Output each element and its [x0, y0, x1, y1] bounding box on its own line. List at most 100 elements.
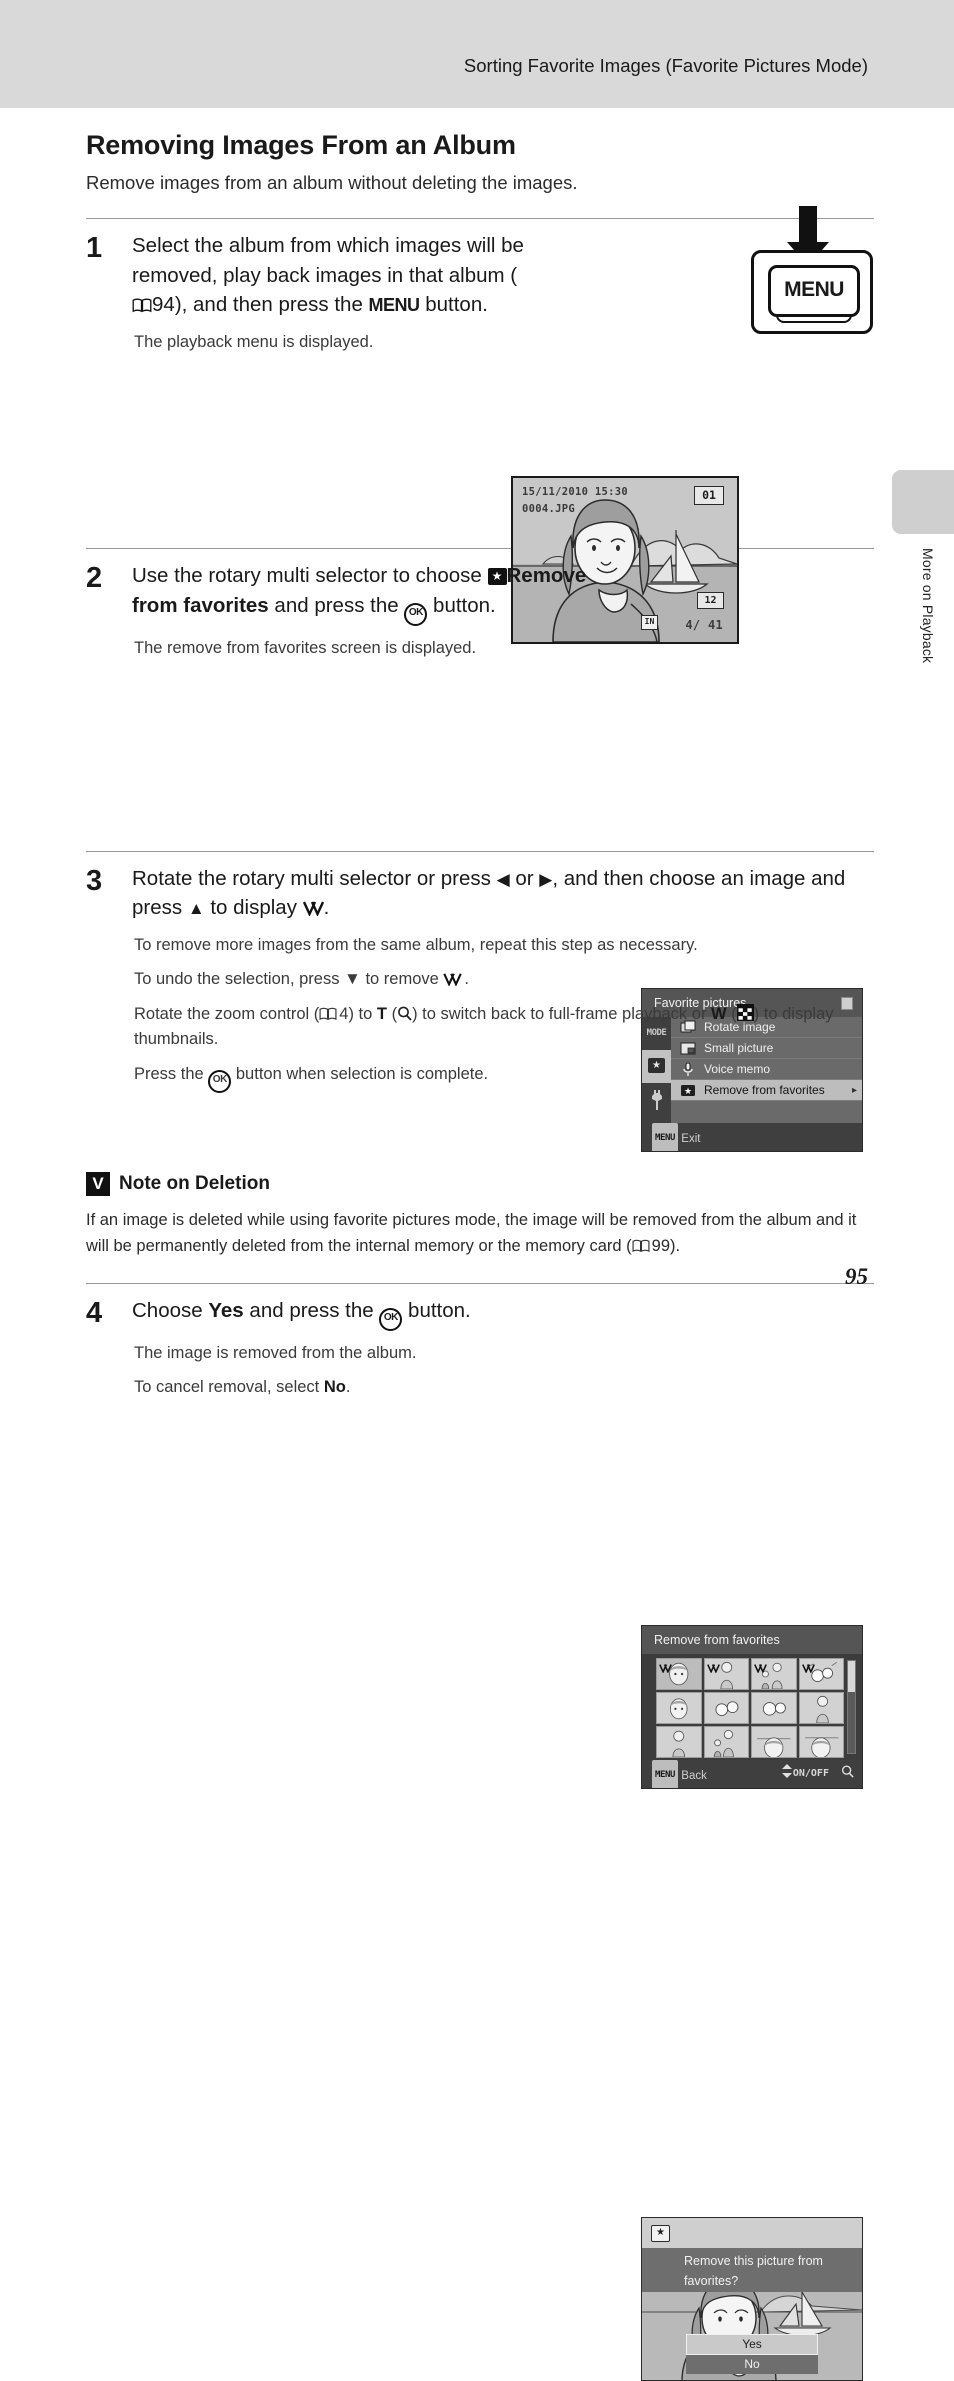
- thumbnail-item[interactable]: [703, 1691, 749, 1724]
- up-down-arrows-icon: [781, 1763, 792, 1778]
- side-tab-label: More on Playback: [920, 548, 936, 664]
- step-1-page-ref: 94: [152, 293, 175, 317]
- thumbnail-item[interactable]: [751, 1725, 797, 1758]
- magnifier-icon-2: [841, 1765, 854, 1778]
- page-title: Removing Images From an Album: [86, 130, 516, 160]
- check-mark-icon: [754, 1660, 767, 1678]
- lcd-datetime: 15/11/2010 15:30: [522, 486, 628, 499]
- step-3-note-3: Rotate the zoom control (4) to T () to s…: [134, 1002, 874, 1052]
- thumbnail-item[interactable]: [798, 1691, 844, 1724]
- thumbnail-art: [713, 1729, 734, 1757]
- step-4-text-b: and press the: [243, 1298, 380, 1322]
- step-4-yes-label: Yes: [208, 1298, 244, 1322]
- step-3-note-2-a: To undo the selection, press: [134, 970, 345, 989]
- note-heading: Note on Deletion: [86, 1172, 874, 1196]
- step-2-instruction: Use the rotary multi selector to choose …: [132, 561, 632, 626]
- thumbnail-art: [804, 1737, 838, 1757]
- thumbnail-item[interactable]: [656, 1657, 702, 1690]
- step-2-text-c: button.: [427, 593, 496, 617]
- step-3-text-d: to display: [204, 896, 303, 920]
- step-4-no-label: No: [323, 1378, 346, 1397]
- thumbnail-item[interactable]: [703, 1725, 749, 1758]
- dialog-yes-button[interactable]: Yes: [686, 2334, 818, 2356]
- thumbnail-item[interactable]: [703, 1657, 749, 1690]
- thumbnail-grid: [656, 1657, 844, 1758]
- step-3-note-2-c: .: [464, 970, 470, 989]
- ok-button-icon-3: OK: [379, 1307, 403, 1331]
- favorite-check-icon: [302, 895, 324, 917]
- step-4-text-a: Choose: [132, 1298, 209, 1322]
- magnifier-icon: [397, 1004, 412, 1021]
- footer-menu-key-2[interactable]: MENU: [652, 1759, 679, 1788]
- dialog-message: Remove this picture from favorites?: [642, 2248, 862, 2293]
- step-3-instruction: Rotate the rotary multi selector or pres…: [132, 864, 874, 923]
- note-title: Note on Deletion: [119, 1173, 270, 1194]
- book-reference-icon-2: [319, 1004, 339, 1021]
- favorite-check-icon-2: [443, 969, 464, 988]
- step-1-instruction: Select the album from which images will …: [132, 231, 532, 320]
- step-3-note-4-a: Press the: [134, 1064, 209, 1083]
- step-3-note-3-e: (: [726, 1005, 737, 1024]
- menu-button-key[interactable]: MENU: [768, 265, 860, 323]
- step-2-number: 2: [86, 562, 103, 595]
- figure-confirm-dialog-screen: Remove this picture from favorites?: [641, 2217, 863, 2381]
- step-3-note-3-c: (: [386, 1005, 398, 1024]
- footer-back-label: Back: [681, 1769, 707, 1782]
- footer-onoff-label: ON/OFF: [792, 1767, 829, 1779]
- thumbnail-item[interactable]: [798, 1725, 844, 1758]
- thumbnail-scrollbar[interactable]: [847, 1659, 856, 1754]
- step-3-text-a: Rotate the rotary multi selector or pres…: [132, 866, 497, 890]
- ok-button-icon: OK: [404, 602, 428, 626]
- step-3-note-3-b: ) to: [348, 1005, 377, 1024]
- footer-right-hints: ON/OFF: [781, 1760, 854, 1788]
- note-body-b: ).: [670, 1236, 681, 1255]
- zoom-wide-label: W: [711, 1005, 727, 1024]
- step-3-note-3-d: ) to switch back to full-frame playback …: [412, 1005, 712, 1024]
- thumbnail-item[interactable]: [751, 1657, 797, 1690]
- check-mark-icon: [659, 1660, 672, 1678]
- step-3-note-2: To undo the selection, press ▼ to remove…: [134, 967, 874, 992]
- menu-button-art[interactable]: MENU: [751, 250, 873, 334]
- ok-button-icon-2: OK: [208, 1069, 232, 1093]
- dialog-top-bar: [642, 2218, 862, 2249]
- step-4-note-2-b: .: [345, 1378, 351, 1397]
- thumbnail-art: [757, 1737, 791, 1757]
- step-4-note-1: The image is removed from the album.: [134, 1343, 417, 1362]
- footer-menu-key[interactable]: MENU: [652, 1122, 679, 1151]
- thumbnail-item[interactable]: [656, 1725, 702, 1758]
- step-4-instruction: Choose Yes and press the OK button.: [132, 1296, 874, 1331]
- note-section: Note on Deletion If an image is deleted …: [86, 1172, 874, 1259]
- step-1-text-c: button.: [419, 293, 488, 317]
- step-4-number: 4: [86, 1296, 103, 1329]
- scrollbar-knob[interactable]: [848, 1660, 855, 1692]
- thumbnail-area: [642, 1653, 862, 1760]
- step-1-number: 1: [86, 232, 103, 264]
- dialog-message-line-2: favorites?: [684, 2274, 739, 2289]
- footer-exit-label: Exit: [681, 1132, 701, 1145]
- check-mark-icon: [801, 1660, 815, 1678]
- step-3-note-2-b: to remove: [360, 970, 444, 989]
- thumbnail-item[interactable]: [751, 1691, 797, 1724]
- figure-remove-from-favorites-screen: Remove from favorites MENU Back ON/OFF: [641, 1624, 863, 1789]
- step-3-note-1: To remove more images from the same albu…: [134, 935, 698, 954]
- zoom-tele-label: T: [376, 1005, 387, 1024]
- thumbnail-art: [670, 1698, 688, 1719]
- step-3-note-4: Press the OK button when selection is co…: [134, 1062, 874, 1093]
- thumbnail-item[interactable]: [798, 1657, 844, 1690]
- step-2-text-a: Use the rotary multi selector to choose: [132, 564, 488, 588]
- step-3-number: 3: [86, 864, 103, 897]
- step-3-text-b: or: [509, 866, 540, 890]
- favorites-folder-icon: [487, 567, 507, 586]
- step-2-note: The remove from favorites screen is disp…: [134, 638, 477, 657]
- dialog-no-button[interactable]: No: [686, 2355, 818, 2375]
- thumb-screen-title: Remove from favorites: [642, 1625, 862, 1654]
- step-3-text-e: .: [323, 896, 330, 920]
- step-4-note-2-a: To cancel removal, select: [134, 1378, 324, 1397]
- note-ref: 99: [651, 1236, 670, 1255]
- book-reference-icon-3: [632, 1236, 652, 1252]
- down-arrow-icon: ▼: [344, 969, 361, 989]
- step-4: 4 Choose Yes and press the OK button. Th…: [86, 1284, 874, 1401]
- step-1-text-b: ), and then press the: [174, 293, 369, 317]
- side-tab-block: [892, 470, 954, 534]
- thumbnail-item[interactable]: [656, 1691, 702, 1724]
